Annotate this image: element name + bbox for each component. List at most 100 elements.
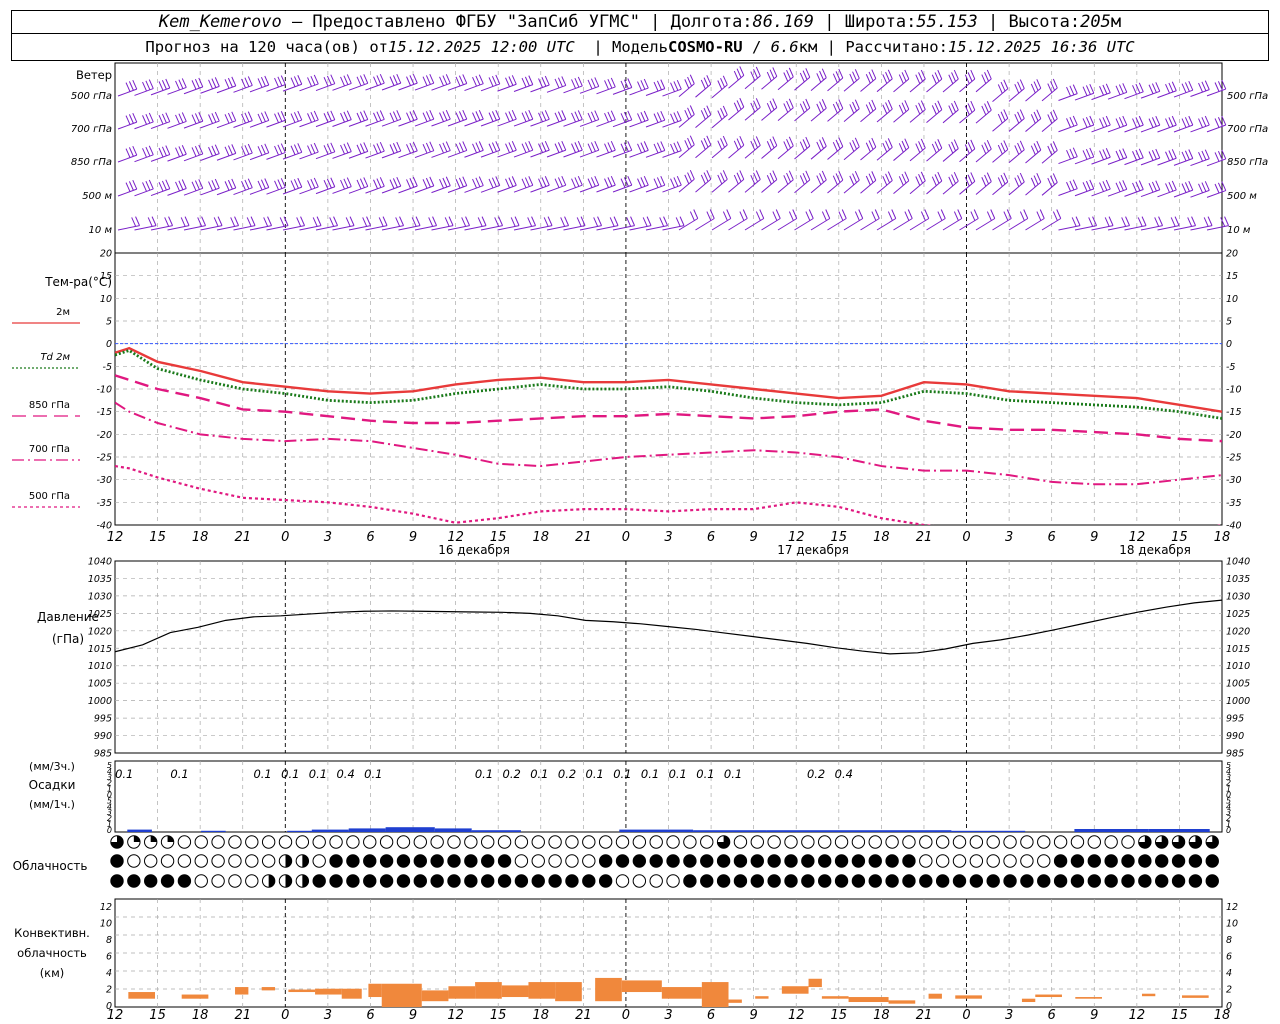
convective-hour-label: 15 [149, 1008, 166, 1023]
wind-barb-flag [816, 73, 822, 83]
wind-barb-flag [1050, 175, 1056, 185]
wind-barb-shaft [381, 118, 401, 127]
wind-barb-flag [293, 112, 299, 122]
wind-barb-flag [640, 177, 646, 187]
wind-barb-flag [643, 78, 649, 89]
precip-amount-label: 0.1 [724, 767, 742, 781]
wind-barb-shaft [315, 119, 335, 128]
convective-cloud-block [955, 995, 982, 999]
wind-barb-flag [642, 217, 648, 227]
wind-barb-flag [340, 144, 345, 155]
wind-barb-flag [211, 180, 217, 190]
cloud-cover-circle [935, 854, 950, 868]
wind-barb-flag [858, 209, 864, 219]
wind-barb-flag [1089, 84, 1095, 94]
wind-barb-flag [495, 141, 501, 151]
wind-barb-flag [406, 144, 411, 154]
wind-barb-flag [997, 113, 1003, 124]
wind-barb-flag [198, 179, 204, 189]
wind-barb-flag [990, 209, 996, 219]
wind-barb-flag [531, 216, 537, 226]
wind-barb-flag [587, 178, 593, 188]
wind-barb-shaft [876, 78, 893, 93]
wind-barb-flag [755, 98, 761, 108]
wind-barb-shaft [926, 218, 946, 231]
wind-barb-flag [700, 110, 706, 120]
wind-barb-flag [1089, 115, 1095, 126]
wind-barb-flag [505, 77, 510, 87]
wind-barb-flag [1052, 173, 1058, 183]
wind-barb-shaft [480, 83, 500, 92]
wind-barb-shaft [662, 184, 682, 193]
wind-barb-flag [660, 175, 666, 186]
wind-barb-flag [594, 175, 600, 186]
wind-barb-flag [131, 217, 137, 227]
cloud-cover-circle [312, 854, 326, 868]
wind-barb-flag [448, 216, 454, 226]
cloud-cover-circle [1053, 874, 1068, 888]
wind-barb-flag [918, 102, 924, 113]
wind-barb-flag [1125, 216, 1131, 226]
wind-barb-flag [871, 211, 877, 221]
wind-barb-flag [868, 140, 874, 150]
wind-barb-shaft [1140, 189, 1160, 198]
cloud-cover-circle [194, 835, 208, 849]
wind-barb-shaft [645, 88, 665, 96]
cloud-cover-circle [396, 874, 411, 888]
wind-barb-flag [1118, 84, 1124, 94]
cloud-cover-circle [177, 854, 192, 868]
temp-tick-left: 0 [106, 339, 112, 350]
wind-barb-flag [1072, 84, 1078, 94]
wind-barb-flag [937, 171, 943, 182]
wind-barb-flag [300, 216, 306, 226]
convective-cloud-block [315, 988, 342, 995]
wind-barb-flag [700, 140, 706, 150]
wind-barb-flag [561, 110, 567, 120]
wind-barb-shaft [810, 218, 831, 231]
wind-barb-flag [1118, 117, 1124, 127]
wind-barb-flag [885, 71, 891, 82]
cloud-cover-circle [598, 835, 613, 849]
wind-barb-shaft [1190, 124, 1210, 133]
cloud-cover-circle [144, 874, 158, 888]
cloud-cover-circle [801, 835, 815, 849]
cloud-cover-circle [447, 835, 461, 849]
wind-barb-flag [755, 66, 761, 77]
temp-tick-left: 20 [100, 249, 112, 260]
wind-barb-flag [293, 144, 299, 154]
wind-barb-flag [1204, 181, 1210, 191]
wind-barb-shaft [150, 121, 170, 130]
wind-barb-flag [604, 143, 609, 153]
wind-barb-flag [604, 178, 609, 188]
wind-barb-flag [1148, 84, 1154, 94]
cloud-cover-circle [902, 835, 916, 849]
wind-barb-flag [1019, 172, 1025, 183]
wind-barb-shaft [860, 146, 877, 161]
wind-barb-flag [882, 104, 888, 114]
pressure-tick-right: 1025 [1226, 609, 1250, 620]
wind-barb-flag [1115, 150, 1121, 161]
cloud-cover-circle [1020, 854, 1034, 868]
pressure-tick-left: 1015 [88, 644, 112, 655]
wind-barb-flag [887, 99, 893, 110]
wind-barb-flag [854, 211, 860, 221]
wind-barb-flag [389, 76, 395, 86]
wind-barb-flag [1105, 148, 1111, 158]
cloud-cover-circle [952, 854, 967, 868]
wind-barb-flag [948, 105, 954, 115]
wind-barb-flag [670, 113, 675, 124]
wind-barb-flag [376, 143, 382, 153]
wind-barb-shaft [1041, 149, 1058, 164]
cloud-cover-circle [986, 835, 1000, 849]
wind-barb-flag [1089, 179, 1095, 190]
wind-barb-shaft [662, 150, 682, 158]
wind-barb-flag [412, 73, 418, 84]
wind-barb-flag [726, 209, 732, 219]
wind-barb-flag [799, 175, 805, 185]
wind-barb-flag [986, 101, 992, 111]
wind-barb-flag [1014, 177, 1020, 187]
wind-barb-flag [684, 140, 690, 150]
cloud-cover-circle [211, 835, 225, 849]
wind-level-label-right: 500 м [1227, 191, 1257, 202]
wind-barb-flag [717, 140, 723, 150]
